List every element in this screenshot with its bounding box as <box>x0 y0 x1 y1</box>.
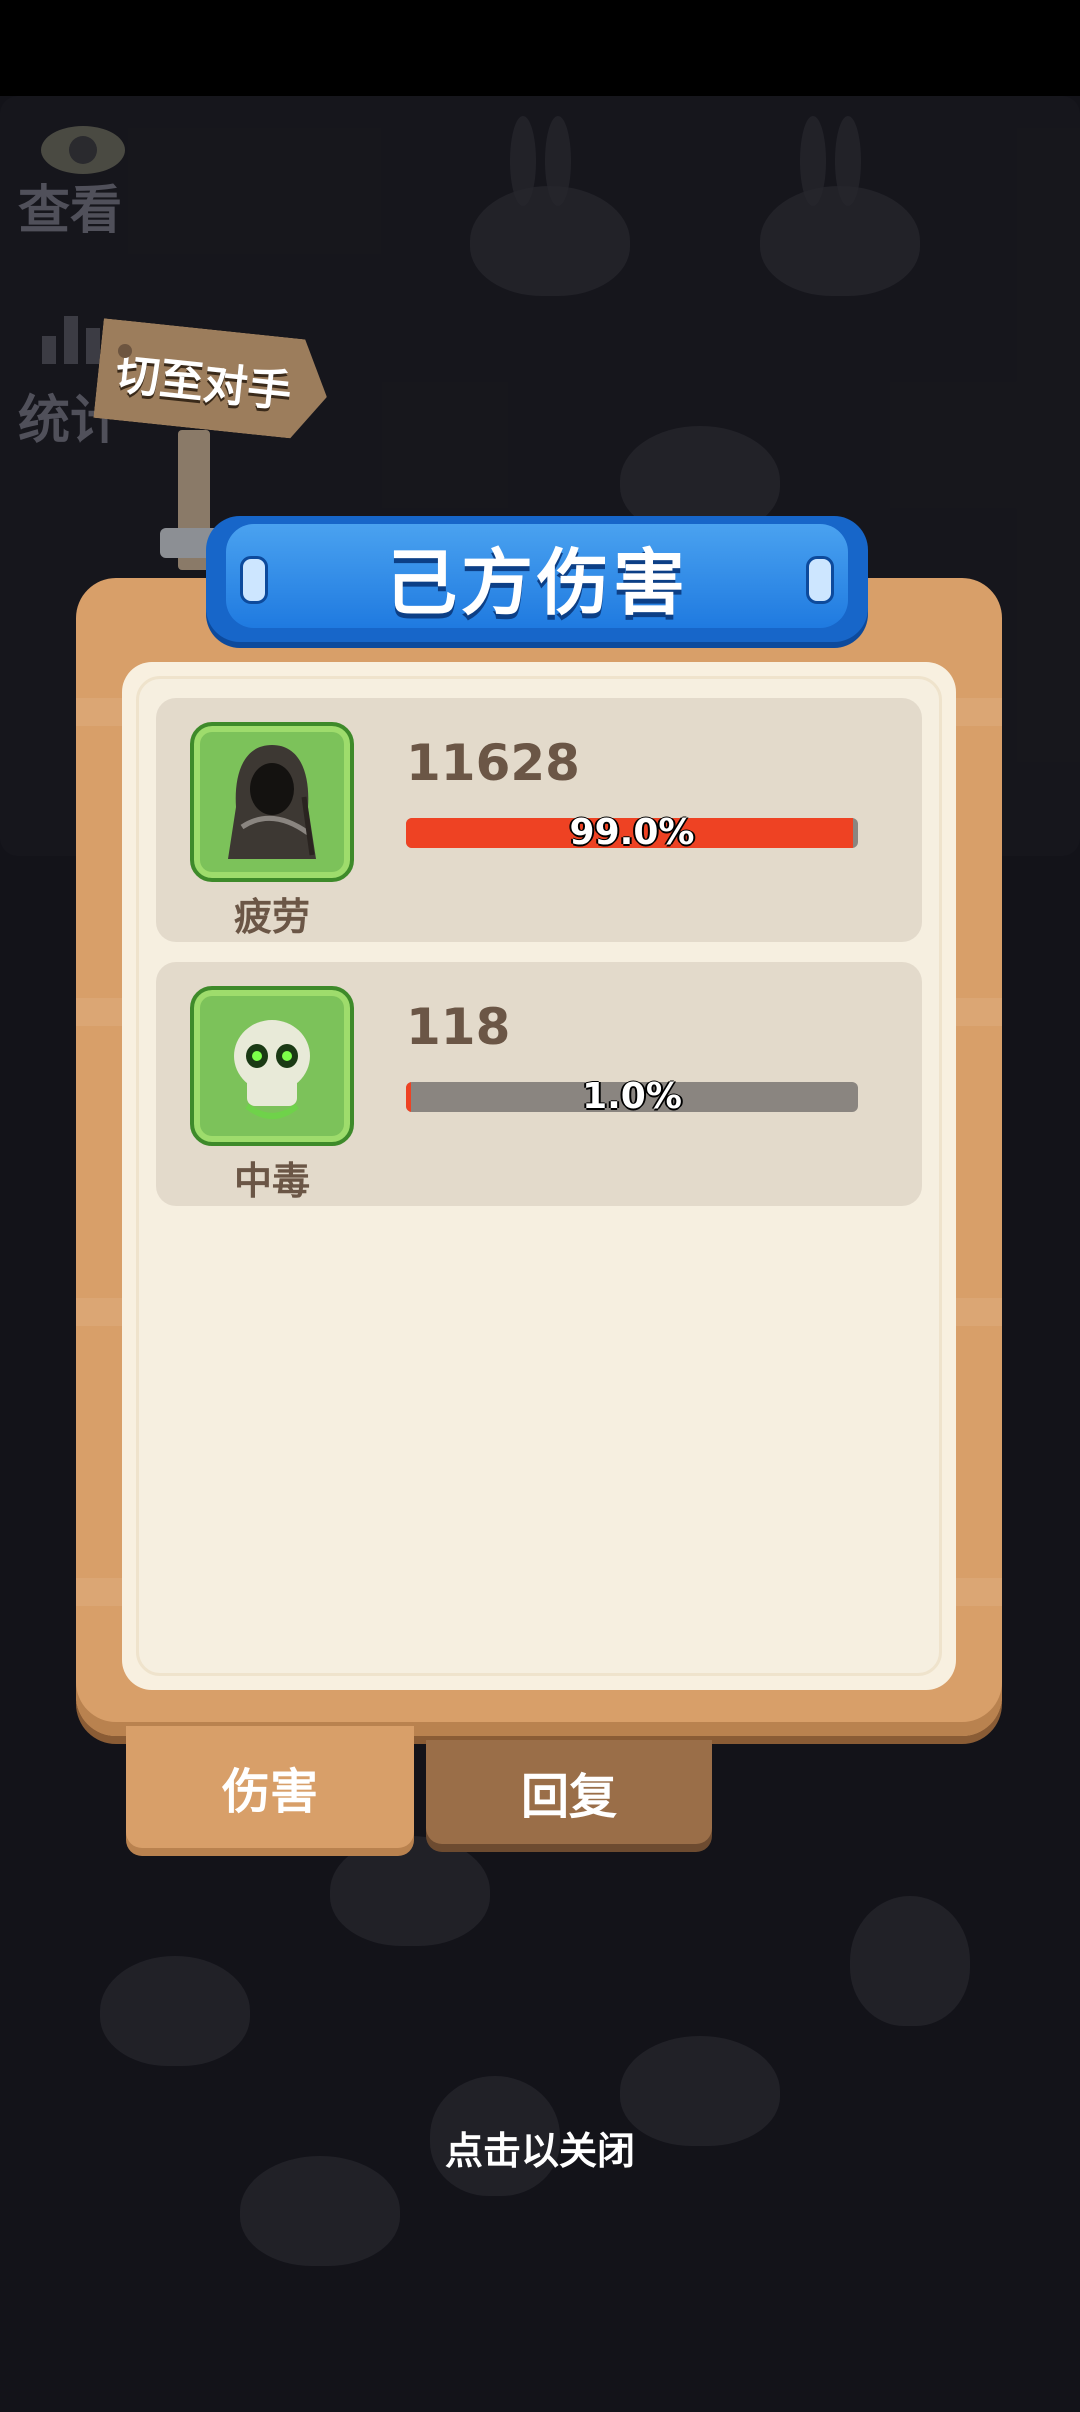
switch-to-opponent-label: 切至对手 <box>113 348 294 419</box>
fatigue-percent: 99.0% <box>569 812 695 853</box>
poison-damage-value: 118 <box>406 998 511 1056</box>
poison-label: 中毒 <box>233 1159 310 1203</box>
tab-damage[interactable]: 伤害 <box>126 1726 414 1848</box>
tab-heal-label: 回复 <box>520 1769 617 1825</box>
fatigue-label: 疲劳 <box>233 895 310 939</box>
tap-to-close-hint[interactable]: 点击以关闭 <box>0 2120 1080 2175</box>
panel-title: 己方伤害 <box>384 540 689 625</box>
poison-percent: 1.0% <box>582 1076 682 1117</box>
sign-nail <box>118 344 132 358</box>
green-skull-icon <box>190 986 354 1146</box>
hooded-reaper-icon <box>190 722 354 882</box>
fatigue-damage-value: 11628 <box>406 734 580 792</box>
tab-heal[interactable]: 回复 <box>426 1740 712 1844</box>
status-bar <box>0 0 1080 96</box>
view-button[interactable]: 查看 <box>18 168 122 243</box>
tab-damage-label: 伤害 <box>221 1764 318 1820</box>
